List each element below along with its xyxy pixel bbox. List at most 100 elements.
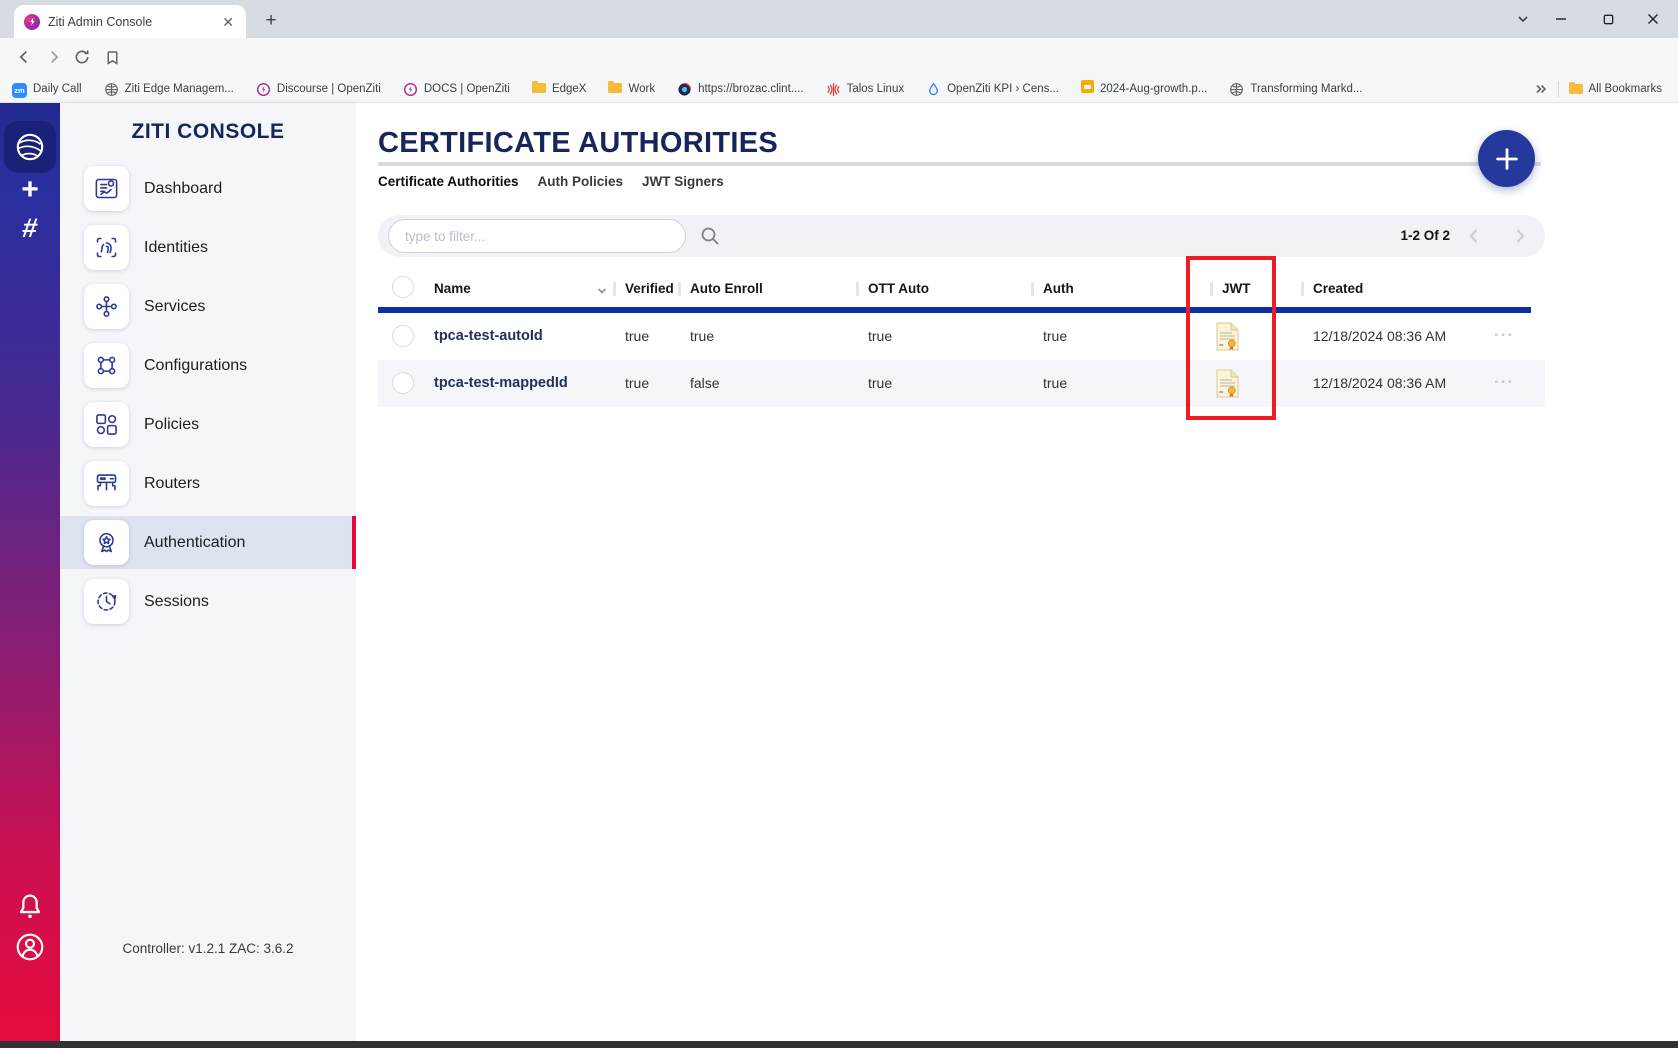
ziti-favicon-icon [24, 14, 40, 30]
sidebar-item-policies[interactable]: Policies [60, 398, 356, 451]
select-all-checkbox[interactable] [392, 276, 414, 298]
sidebar-item-authentication[interactable]: Authentication [60, 516, 356, 569]
jwt-column-highlight [1186, 256, 1276, 420]
tab-jwt-signers[interactable]: JWT Signers [642, 174, 724, 189]
sidebar: ZITI CONSOLE Dashboard Identities Services… [60, 103, 356, 1048]
bookmark-transforming-markd[interactable]: Transforming Markd... [1229, 82, 1362, 97]
notifications-bell-icon[interactable] [14, 891, 46, 923]
add-certificate-authority-button[interactable] [1478, 130, 1535, 187]
bookmark-daily-call[interactable]: zmDaily Call [12, 80, 82, 98]
window-maximize-button[interactable] [1593, 4, 1623, 34]
page-tabs: Certificate Authorities Auth Policies JWT … [378, 174, 724, 189]
bookmark-work[interactable]: Work [608, 80, 655, 98]
folder-icon [1569, 84, 1583, 94]
ott-auto-value: true [868, 328, 892, 344]
pagination-count: 1-2 Of 2 [1360, 228, 1450, 243]
new-tab-button[interactable]: + [258, 8, 284, 34]
column-header-verified[interactable]: Verified [625, 281, 674, 296]
sidebar-item-sessions[interactable]: Sessions [60, 575, 356, 628]
routers-icon [84, 461, 129, 506]
pagination-next-icon[interactable] [1508, 224, 1532, 248]
ca-name[interactable]: tpca-test-autoId [434, 328, 543, 344]
sessions-icon [84, 579, 129, 624]
row-actions-ellipsis[interactable]: ... [1494, 368, 1514, 388]
bookmark-docs-openziti[interactable]: DOCS | OpenZiti [403, 82, 510, 97]
zoom-icon: zm [12, 80, 27, 98]
camera-icon [677, 82, 692, 97]
column-header-auto-enroll[interactable]: Auto Enroll [690, 281, 763, 296]
column-header-name[interactable]: Name [434, 281, 471, 296]
talos-icon [826, 82, 841, 97]
dashboard-icon [84, 166, 129, 211]
all-bookmarks-button[interactable]: All Bookmarks [1569, 83, 1663, 95]
bookmarks-overflow-chevron-icon[interactable] [1534, 82, 1548, 96]
user-account-icon[interactable] [14, 931, 46, 967]
created-value: 12/18/2024 08:36 AM [1313, 328, 1446, 344]
reload-button[interactable] [68, 43, 96, 71]
table-row-tpca-test-mappedid[interactable]: tpca-test-mappedIdtruefalsetruetrue12/18… [378, 360, 1545, 407]
configurations-icon [84, 343, 129, 388]
browser-toolbar: https://ctrl.cdaws.clint.demo.openziti.o… [0, 38, 1678, 76]
verified-value: true [625, 375, 649, 391]
slides-icon [1081, 80, 1094, 98]
app-rail: + # [0, 103, 60, 1048]
browser-tab-strip: Ziti Admin Console ✕ + [0, 0, 1678, 38]
folder-icon [532, 80, 546, 98]
row-checkbox[interactable] [392, 325, 414, 347]
auto-enroll-value: false [690, 375, 720, 391]
bookmark-https-brozac-clint[interactable]: https://brozac.clint.... [677, 82, 803, 97]
filter-input[interactable] [388, 219, 686, 253]
ca-name[interactable]: tpca-test-mappedId [434, 375, 568, 391]
row-actions-ellipsis[interactable]: ... [1494, 321, 1514, 341]
tab-search-chevron-icon[interactable] [1508, 4, 1538, 34]
row-checkbox[interactable] [392, 372, 414, 394]
bookmark-ziti-edge-managem[interactable]: Ziti Edge Managem... [104, 82, 234, 97]
brand-title: ZITI CONSOLE [60, 120, 356, 144]
bookmark-discourse-openziti[interactable]: Discourse | OpenZiti [256, 82, 381, 97]
drop-icon [926, 82, 941, 97]
table-row-tpca-test-autoid[interactable]: tpca-test-autoIdtruetruetruetrue12/18/20… [378, 313, 1545, 360]
globe-icon [104, 82, 119, 97]
tab-close-icon[interactable]: ✕ [220, 13, 236, 31]
sidebar-item-identities[interactable]: Identities [60, 221, 356, 274]
auth-value: true [1043, 328, 1067, 344]
bookmarks-bar: zmDaily Call Ziti Edge Managem... Discours… [0, 76, 1678, 103]
sidebar-item-dashboard[interactable]: Dashboard [60, 162, 356, 215]
ziti-logo-icon[interactable] [4, 121, 56, 173]
app-content: + # ZITI CONSOLE Dashboard Identities Serv… [0, 103, 1678, 1048]
rail-add-icon[interactable]: + [0, 173, 60, 207]
table-header-row: NameVerifiedAuto EnrollOTT AutoAuthJWTCr… [378, 273, 1545, 307]
window-minimize-button[interactable] [1546, 4, 1576, 34]
sidebar-item-configurations[interactable]: Configurations [60, 339, 356, 392]
bookmark-2024-aug-growth-p[interactable]: 2024-Aug-growth.p... [1081, 80, 1207, 98]
sidebar-item-routers[interactable]: Routers [60, 457, 356, 510]
sort-chevron-icon[interactable] [596, 285, 608, 297]
main-panel: CERTIFICATE AUTHORITIES Certificate Auth… [356, 103, 1678, 1048]
bookmark-page-icon[interactable] [98, 43, 126, 71]
column-header-ott-auto[interactable]: OTT Auto [868, 281, 929, 296]
auto-enroll-value: true [690, 328, 714, 344]
tab-auth-policies[interactable]: Auth Policies [538, 174, 624, 189]
browser-window: Ziti Admin Console ✕ + [0, 0, 1678, 1048]
search-icon[interactable] [698, 224, 722, 248]
authentication-icon [84, 520, 129, 565]
rail-hash-icon[interactable]: # [0, 213, 62, 244]
tab-certificate-authorities[interactable]: Certificate Authorities [378, 174, 519, 189]
sidebar-item-services[interactable]: Services [60, 280, 356, 333]
back-button[interactable] [10, 43, 38, 71]
pagination-prev-icon[interactable] [1462, 224, 1486, 248]
column-header-created[interactable]: Created [1313, 281, 1363, 296]
window-close-button[interactable] [1638, 4, 1668, 34]
forward-button[interactable] [40, 43, 68, 71]
globe-icon [1229, 82, 1244, 97]
bookmarks-separator [1558, 81, 1559, 97]
bookmark-openziti-kpi-cens[interactable]: OpenZiti KPI › Cens... [926, 82, 1059, 97]
policies-icon [84, 402, 129, 447]
title-divider [378, 162, 1541, 166]
bookmark-edgex[interactable]: EdgeX [532, 80, 587, 98]
tab-title: Ziti Admin Console [48, 15, 212, 29]
column-header-auth[interactable]: Auth [1043, 281, 1074, 296]
version-footer: Controller: v1.2.1 ZAC: 3.6.2 [60, 941, 356, 956]
bookmark-talos-linux[interactable]: Talos Linux [826, 82, 905, 97]
browser-tab[interactable]: Ziti Admin Console ✕ [14, 5, 246, 38]
